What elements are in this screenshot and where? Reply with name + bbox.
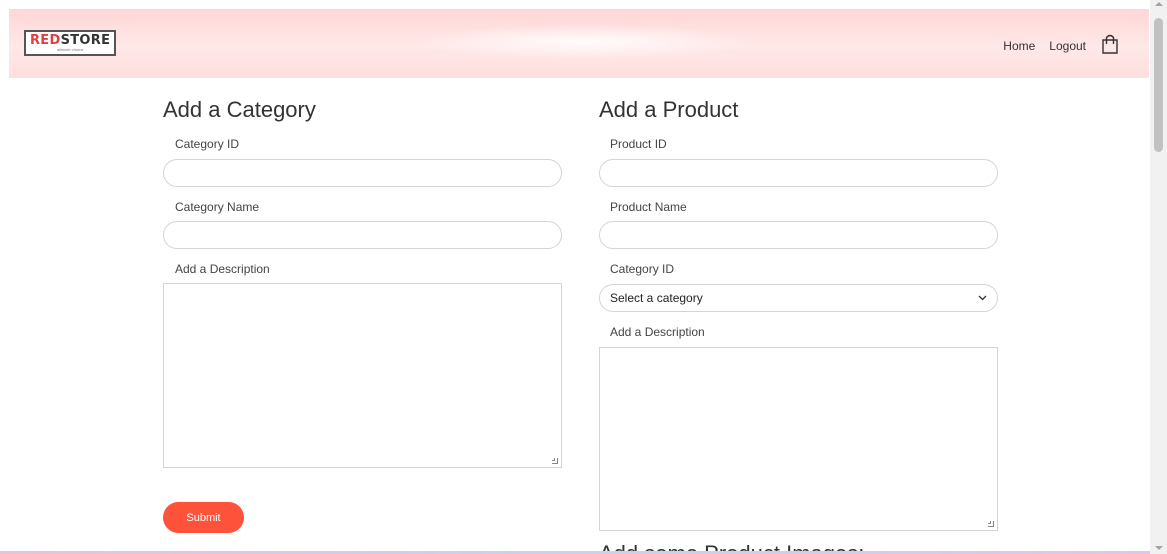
resize-grip-icon[interactable] [552,458,558,464]
product-form-title: Add a Product [599,97,739,122]
logo-dark-part: STORE [60,33,111,48]
nav-logout-link[interactable]: Logout [1049,39,1086,53]
chevron-down-icon [978,295,987,301]
product-description-label: Add a Description [610,325,705,339]
nav-home-link[interactable]: Home [1003,39,1035,53]
product-name-input[interactable] [599,221,998,249]
category-name-label: Category Name [175,200,260,214]
scroll-down-arrow-icon[interactable] [1155,546,1163,550]
logo-tagline: alleinite choice [57,47,84,52]
category-form-title: Add a Category [163,97,316,122]
vertical-scrollbar[interactable] [1150,0,1167,554]
category-description-textarea[interactable] [163,283,562,468]
submit-button[interactable]: Submit [163,502,244,533]
logo-red-part: RED [30,33,61,48]
product-name-label: Product Name [610,200,687,214]
scroll-up-arrow-icon[interactable] [1155,2,1163,6]
category-id-input[interactable] [163,159,562,187]
category-select[interactable]: Select a category [599,284,998,312]
product-id-label: Product ID [610,137,667,151]
product-id-input[interactable] [599,159,998,187]
resize-grip-icon[interactable] [988,521,994,527]
redstore-logo[interactable]: REDSTORE alleinite choice [24,30,117,56]
main-nav: Home Logout [989,33,1119,57]
category-id-label: Category ID [175,137,240,151]
logo-wordmark: REDSTORE [30,34,110,47]
site-header: REDSTORE alleinite choice Home Logout [9,9,1149,78]
category-name-input[interactable] [163,221,562,249]
category-description-label: Add a Description [175,262,270,276]
scroll-thumb[interactable] [1154,18,1163,152]
product-category-id-label: Category ID [610,262,675,276]
shopping-bag-icon[interactable] [1101,33,1119,55]
category-select-value: Select a category [610,291,703,305]
product-description-textarea[interactable] [599,347,998,531]
